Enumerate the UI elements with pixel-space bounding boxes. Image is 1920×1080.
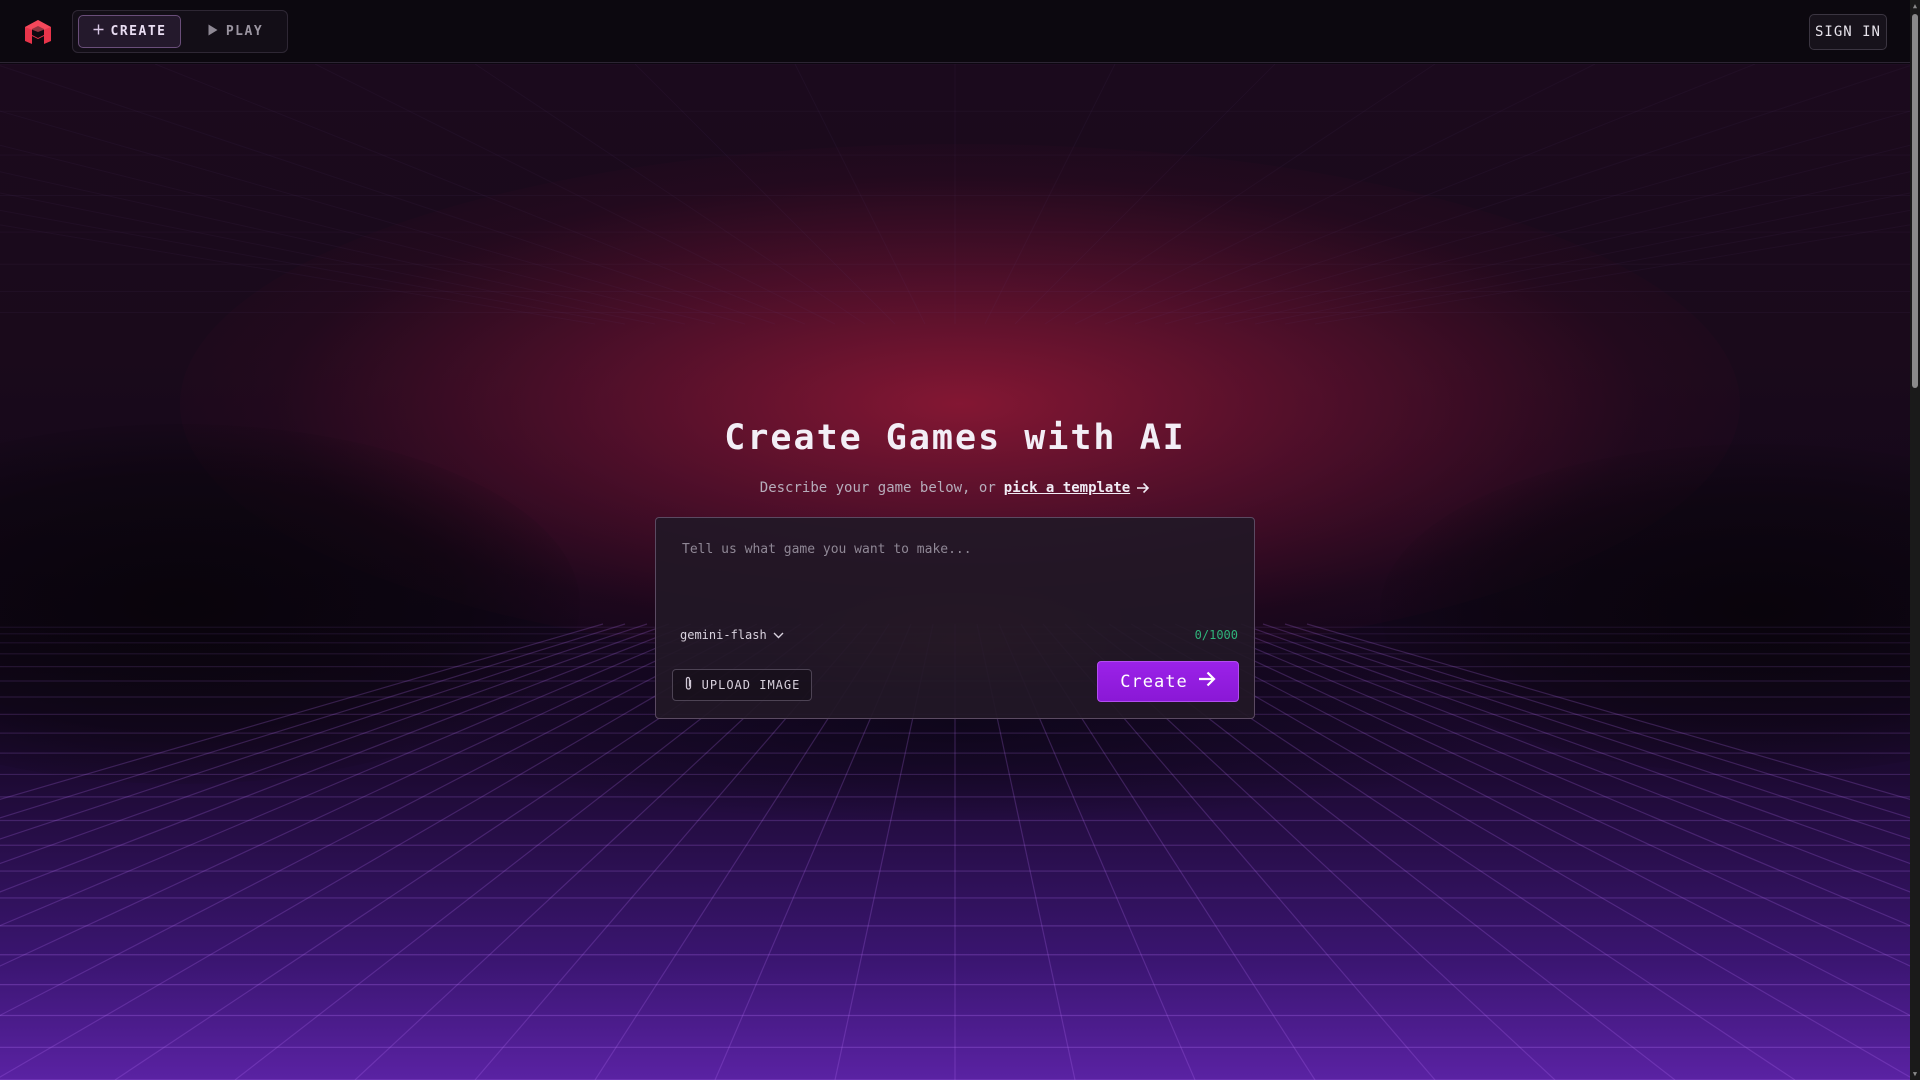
top-navigation-bar: CREATE PLAY SIGN IN bbox=[0, 0, 1910, 63]
logo-icon[interactable] bbox=[24, 19, 52, 45]
model-select-value: gemini-flash bbox=[680, 628, 767, 642]
chevron-down-icon bbox=[773, 628, 784, 642]
play-icon bbox=[208, 24, 218, 40]
page-scrollbar[interactable]: ▲ ▼ bbox=[1910, 0, 1920, 1080]
scrollbar-thumb[interactable] bbox=[1912, 14, 1918, 388]
page-subtitle: Describe your game below, or pick a temp… bbox=[0, 480, 1910, 496]
prompt-card: gemini-flash 0/1000 UPLOAD IMAGE Create bbox=[655, 517, 1255, 719]
tab-create-label: CREATE bbox=[110, 24, 167, 39]
character-counter: 0/1000 bbox=[1194, 628, 1238, 642]
upload-image-label: UPLOAD IMAGE bbox=[701, 678, 801, 692]
upload-image-button[interactable]: UPLOAD IMAGE bbox=[672, 669, 812, 701]
create-game-button[interactable]: Create bbox=[1097, 661, 1239, 702]
model-select[interactable]: gemini-flash bbox=[680, 628, 784, 642]
tab-create[interactable]: CREATE bbox=[78, 15, 181, 48]
paperclip-icon bbox=[684, 676, 693, 694]
pick-template-link[interactable]: pick a template bbox=[1004, 480, 1130, 496]
create-game-label: Create bbox=[1120, 671, 1188, 692]
scroll-up-icon[interactable]: ▲ bbox=[1911, 2, 1919, 10]
hero-section: Create Games with AI Describe your game … bbox=[0, 64, 1910, 1080]
mode-switcher: CREATE PLAY bbox=[72, 10, 288, 53]
arrow-right-icon bbox=[1198, 671, 1216, 692]
sign-in-button[interactable]: SIGN IN bbox=[1809, 14, 1887, 50]
arrow-right-icon bbox=[1136, 482, 1150, 494]
scroll-down-icon[interactable]: ▼ bbox=[1911, 1070, 1919, 1078]
tab-play[interactable]: PLAY bbox=[198, 15, 273, 48]
game-prompt-input[interactable] bbox=[680, 540, 1230, 600]
subtitle-text: Describe your game below, or bbox=[759, 480, 996, 496]
plus-icon bbox=[93, 24, 104, 39]
tab-play-label: PLAY bbox=[225, 24, 264, 39]
page-title: Create Games with AI bbox=[724, 418, 1186, 458]
